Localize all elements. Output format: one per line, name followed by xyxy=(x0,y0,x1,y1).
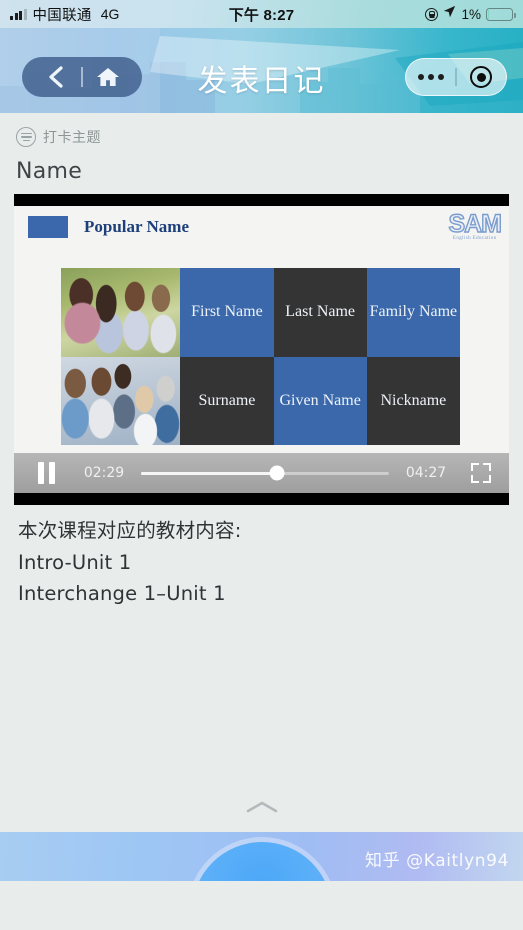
fullscreen-icon[interactable] xyxy=(471,463,491,483)
lesson-title: Name xyxy=(16,159,83,184)
list-circle-icon xyxy=(16,127,36,147)
lesson-notes: 本次课程对应的教材内容: Intro-Unit 1 Interchange 1–… xyxy=(0,505,523,610)
tile-nickname: Nickname xyxy=(366,356,460,445)
app-header: 发表日记 xyxy=(0,28,523,113)
tile-photo-2 xyxy=(61,357,180,446)
current-time-label: 02:29 xyxy=(83,465,125,481)
wechat-capsule[interactable] xyxy=(405,58,507,96)
video-controls[interactable]: 02:29 04:27 xyxy=(14,453,509,493)
video-player[interactable]: Popular Name SAM English Education First… xyxy=(14,194,509,505)
sam-logo: SAM English Education xyxy=(448,209,503,241)
tile-photo-1 xyxy=(61,268,180,357)
watermark-label: 知乎 @Kaitlyn94 xyxy=(364,851,509,871)
footer-circle-decoration xyxy=(191,842,332,881)
status-bar-left: 中国联通 4G xyxy=(10,4,119,25)
tile-first-name: First Name xyxy=(180,268,274,357)
tile-surname: Surname xyxy=(180,356,274,445)
signal-bars-icon xyxy=(10,8,27,20)
page-body: 打卡主题 Name Popular Name SAM English Educa… xyxy=(0,113,523,881)
topic-row[interactable]: 打卡主题 xyxy=(0,113,523,147)
slide-header: Popular Name SAM English Education xyxy=(14,206,509,241)
note-line-2: Intro-Unit 1 xyxy=(18,550,132,574)
target-circle-icon[interactable] xyxy=(457,66,506,88)
slide-tile-grid: First Name Last Name Family Name Surname… xyxy=(61,268,460,445)
slide-bullet xyxy=(28,216,68,238)
progress-handle[interactable] xyxy=(269,465,285,481)
chevron-up-icon[interactable] xyxy=(0,799,523,815)
battery-percent-label: 1% xyxy=(461,6,481,22)
video-slide: Popular Name SAM English Education First… xyxy=(14,206,509,463)
more-dots-icon[interactable] xyxy=(406,74,455,80)
network-type-label: 4G xyxy=(100,6,120,22)
status-bar-right: 1% xyxy=(425,5,516,23)
sam-logo-text: SAM xyxy=(448,209,503,238)
tile-last-name: Last Name xyxy=(273,268,367,357)
status-bar: 中国联通 4G 下午 8:27 1% xyxy=(0,0,523,28)
tile-given-name: Given Name xyxy=(273,356,367,445)
duration-label: 04:27 xyxy=(405,465,447,481)
location-arrow-icon xyxy=(443,5,456,23)
note-line-3: Interchange 1–Unit 1 xyxy=(18,582,226,606)
tile-family-name: Family Name xyxy=(366,268,460,357)
progress-scrubber[interactable] xyxy=(141,465,389,481)
pause-icon[interactable] xyxy=(38,462,55,484)
battery-icon xyxy=(486,7,516,21)
topic-label: 打卡主题 xyxy=(43,129,101,145)
footer-bar: 知乎 @Kaitlyn94 xyxy=(0,832,523,881)
carrier-label: 中国联通 xyxy=(32,7,92,24)
slide-title: Popular Name xyxy=(84,217,189,236)
rotation-lock-icon xyxy=(425,7,439,21)
note-line-1: 本次课程对应的教材内容: xyxy=(18,519,242,542)
